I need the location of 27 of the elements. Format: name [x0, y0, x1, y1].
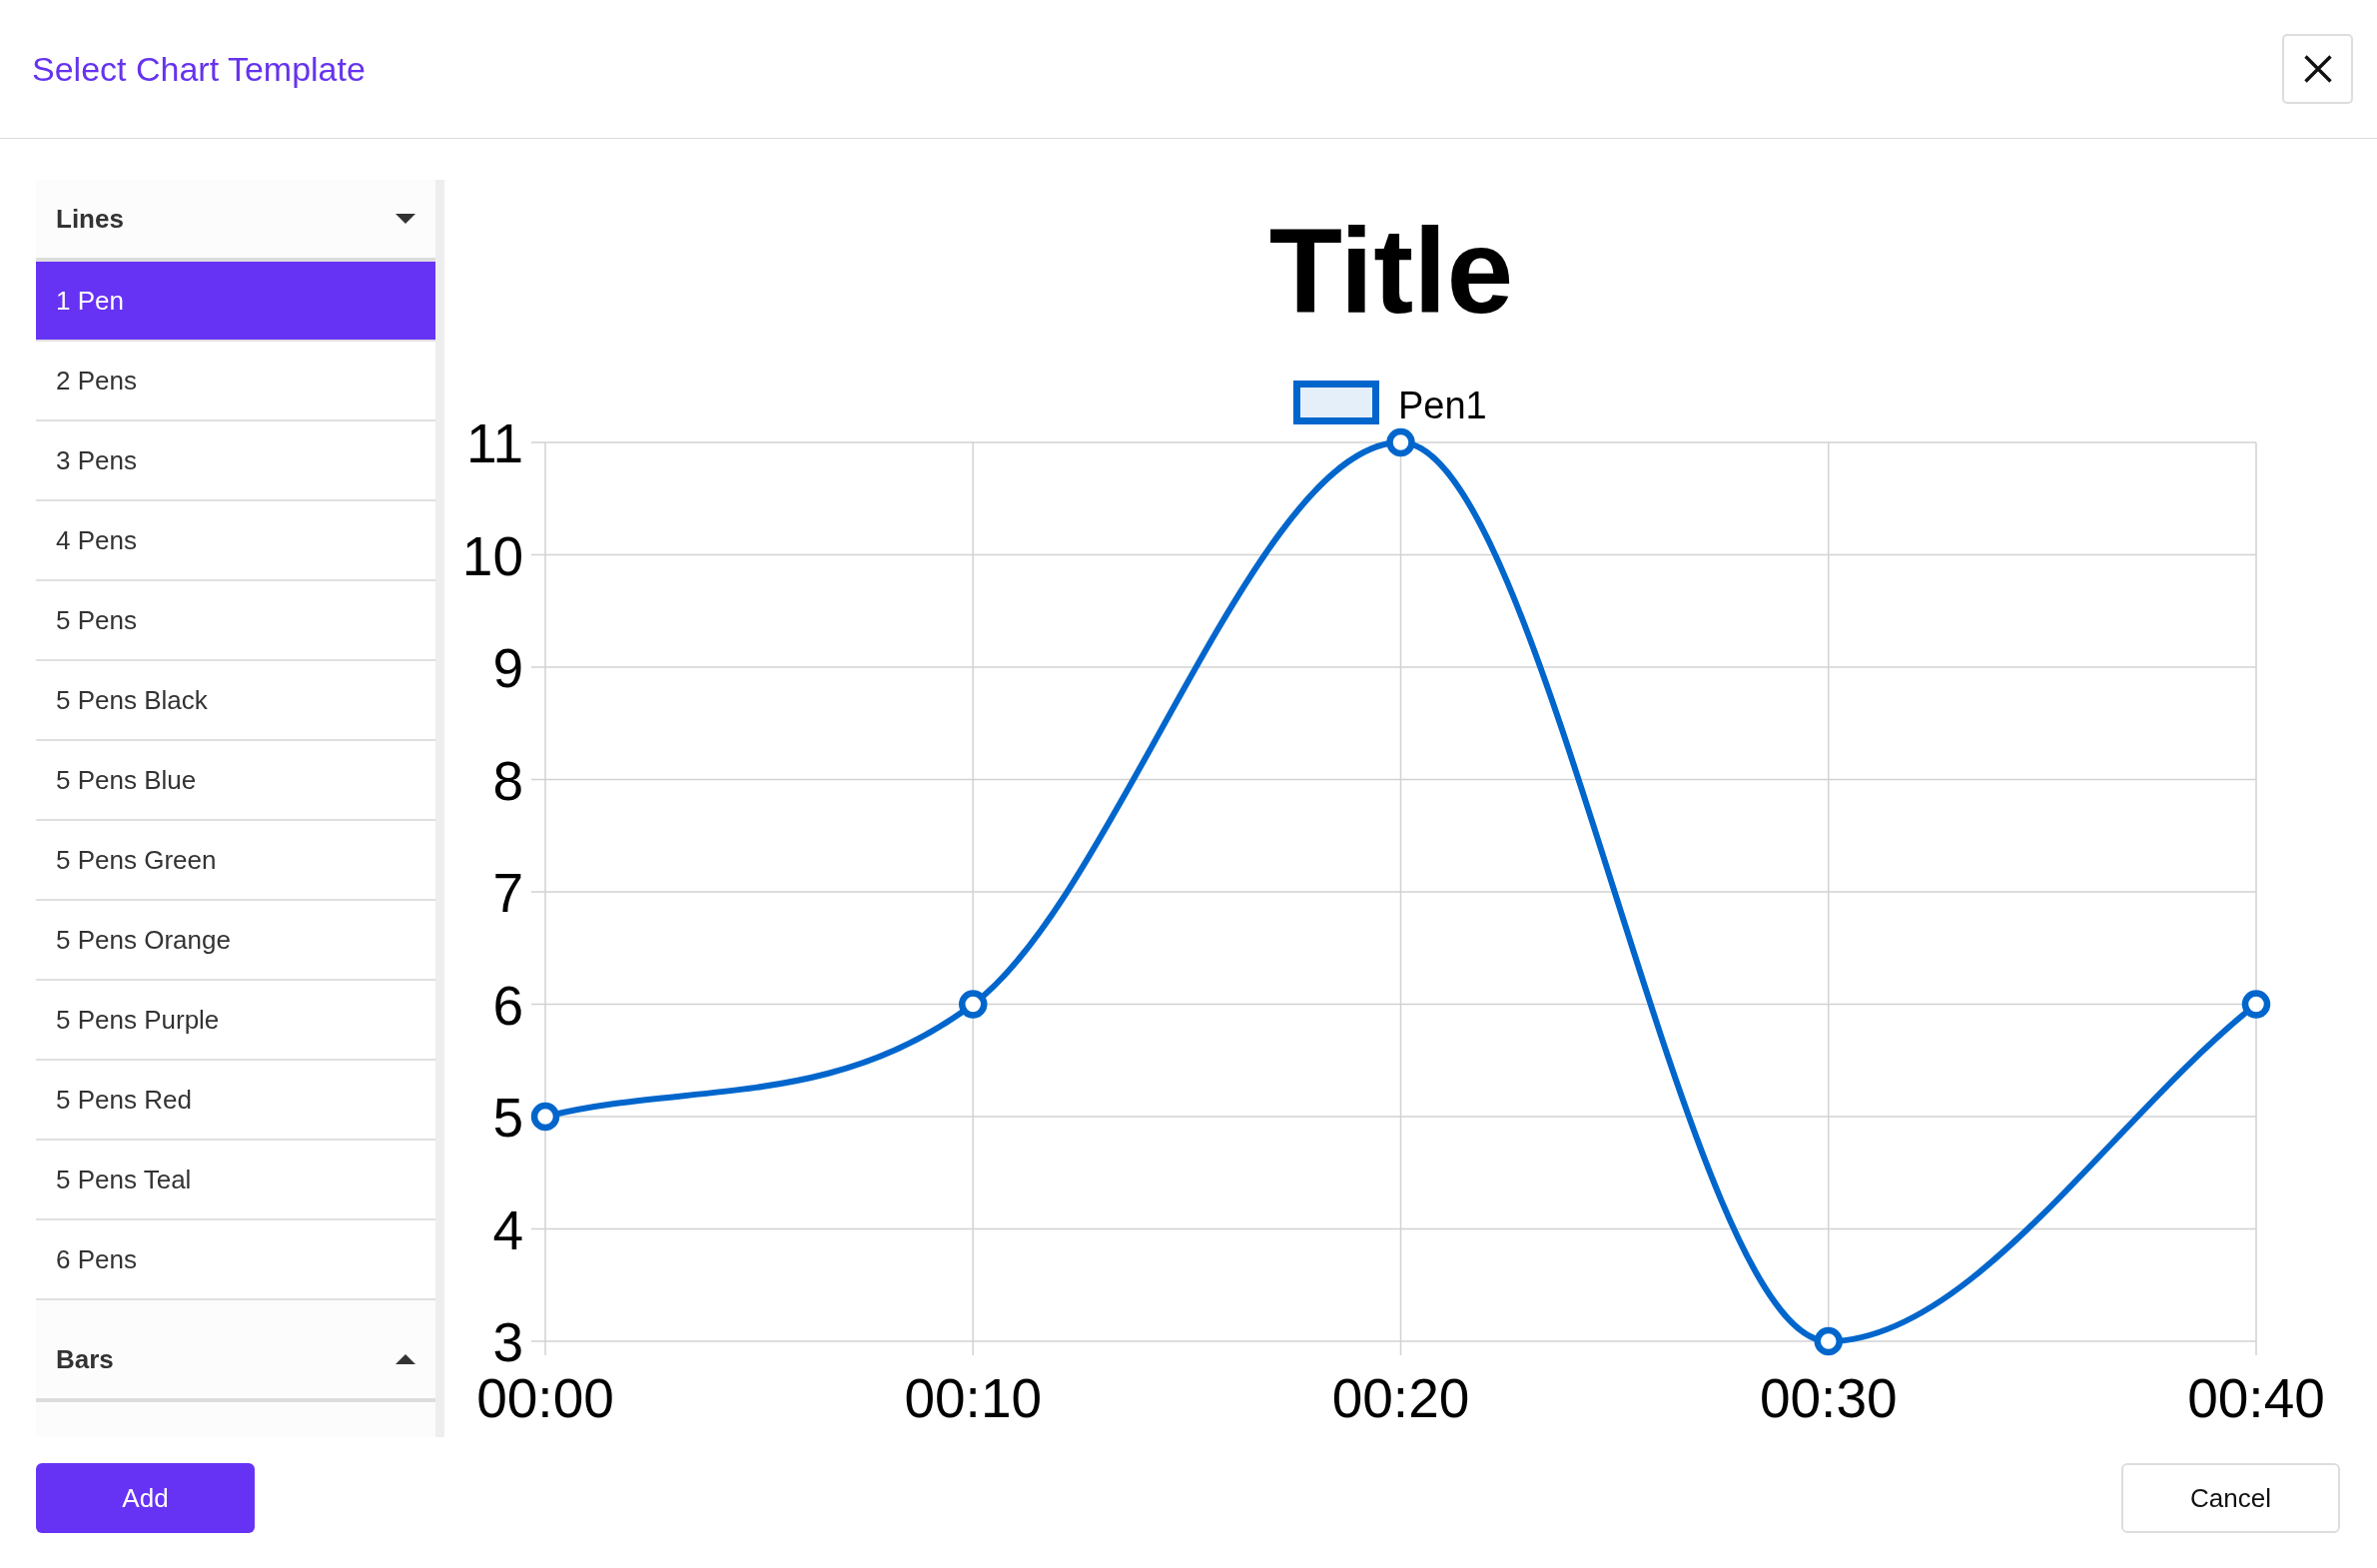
- sidebar-item[interactable]: 1 Pen: [36, 262, 435, 342]
- close-button[interactable]: [2282, 34, 2353, 104]
- cancel-button[interactable]: Cancel: [2121, 1463, 2340, 1533]
- y-axis-label: 5: [492, 1087, 523, 1149]
- y-axis-label: 8: [492, 749, 523, 812]
- data-point: [2241, 990, 2271, 1019]
- data-point: [1814, 1326, 1843, 1356]
- x-axis-label: 00:40: [2187, 1367, 2325, 1429]
- y-axis-label: 10: [461, 524, 523, 587]
- legend-swatch-icon: [1293, 381, 1379, 424]
- scrollbar-track[interactable]: [435, 180, 444, 1437]
- x-axis-label: 00:30: [1759, 1367, 1898, 1429]
- y-axis-label: 9: [492, 637, 523, 699]
- y-axis-label: 6: [492, 974, 523, 1037]
- data-point: [1386, 427, 1415, 457]
- close-icon: [2303, 55, 2332, 83]
- legend-label: Pen1: [1398, 385, 1487, 426]
- chart-title: Title: [1268, 204, 1514, 338]
- x-axis-label: 00:20: [1331, 1367, 1470, 1429]
- data-point: [959, 990, 988, 1019]
- x-axis-label: 00:10: [904, 1367, 1043, 1429]
- y-axis-label: 4: [492, 1198, 523, 1261]
- dialog-title: Select Chart Template: [32, 49, 366, 89]
- add-button[interactable]: Add: [36, 1463, 255, 1533]
- data-point: [530, 1102, 560, 1132]
- y-axis-label: 11: [465, 412, 523, 474]
- y-axis-label: 7: [492, 862, 523, 924]
